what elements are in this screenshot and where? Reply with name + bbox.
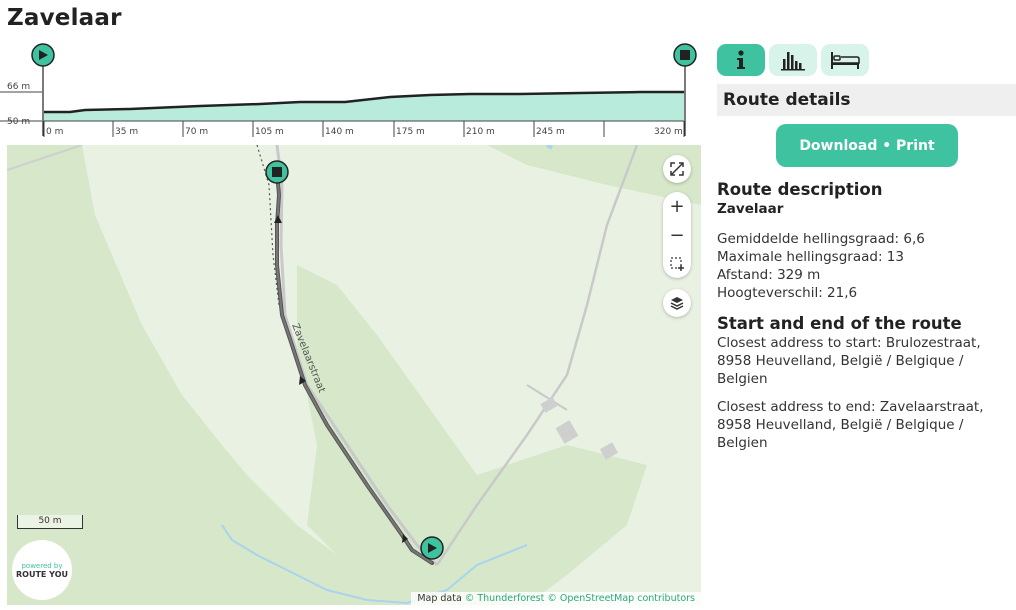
elev-end-stop-icon[interactable] bbox=[673, 43, 697, 67]
tab-lodging[interactable] bbox=[821, 44, 869, 76]
route-name: Zavelaar bbox=[717, 201, 784, 217]
elev-tick-175: 175 m bbox=[396, 127, 425, 137]
elev-tick-320: 320 m bbox=[654, 127, 683, 137]
tab-info[interactable] bbox=[717, 44, 765, 76]
layers-icon[interactable] bbox=[663, 289, 691, 317]
elev-label-66: 66 m bbox=[7, 82, 30, 92]
stat-elevation-diff: Hoogteverschil: 21,6 bbox=[717, 285, 858, 301]
route-map[interactable]: Zavelaarstraat + − 50 m powered by ROUTE… bbox=[7, 145, 701, 605]
page-title: Zavelaar bbox=[7, 5, 122, 31]
route-details: Route description Zavelaar Gemiddelde he… bbox=[717, 180, 1016, 452]
attrib-prefix: Map data bbox=[417, 593, 462, 604]
zoom-control: + − bbox=[663, 192, 691, 278]
end-address: Closest address to end: Zavelaarstraat, … bbox=[717, 399, 984, 451]
bed-icon bbox=[831, 52, 860, 69]
stat-max-gradient: Maximale hellingsgraad: 13 bbox=[717, 249, 904, 265]
route-description-heading: Route description bbox=[717, 180, 883, 199]
info-icon bbox=[737, 50, 745, 69]
zoom-out-icon[interactable]: − bbox=[663, 221, 691, 249]
elev-area bbox=[44, 92, 684, 121]
elev-label-50: 50 m bbox=[7, 117, 30, 127]
elev-tick-140: 140 m bbox=[325, 127, 354, 137]
elev-start-play-icon[interactable] bbox=[31, 43, 55, 67]
map-start-play-icon[interactable] bbox=[420, 536, 444, 560]
thunderforest-link[interactable]: © Thunderforest bbox=[465, 593, 545, 604]
elevation-profile[interactable]: 66 m 50 m 0 m 35 m 70 m 105 m 140 m 175 … bbox=[0, 40, 700, 140]
elev-tick-210: 210 m bbox=[466, 127, 495, 137]
bar-chart-icon bbox=[781, 52, 805, 71]
elev-tick-70: 70 m bbox=[185, 127, 208, 137]
osm-link[interactable]: © OpenStreetMap contributors bbox=[547, 593, 695, 604]
detail-tabs bbox=[717, 44, 869, 76]
map-attribution: Map data © Thunderforest © OpenStreetMap… bbox=[411, 592, 701, 605]
download-print-button[interactable]: Download • Print bbox=[776, 124, 958, 167]
map-end-stop-icon[interactable] bbox=[265, 160, 289, 184]
building-2 bbox=[555, 420, 579, 444]
elev-tick-245: 245 m bbox=[536, 127, 565, 137]
stat-avg-gradient: Gemiddelde hellingsgraad: 6,6 bbox=[717, 231, 925, 247]
fullscreen-icon[interactable] bbox=[663, 155, 691, 183]
elev-tick-105: 105 m bbox=[255, 127, 284, 137]
brand-text: ROUTE YOU bbox=[16, 569, 68, 579]
box-select-icon[interactable] bbox=[663, 250, 691, 278]
start-end-heading: Start and end of the route bbox=[717, 314, 962, 333]
section-title: Route details bbox=[717, 84, 1016, 116]
powered-by-text: powered by bbox=[21, 561, 63, 570]
elev-tick-0: 0 m bbox=[46, 127, 63, 137]
map-scale: 50 m bbox=[17, 515, 83, 529]
elev-tick-35: 35 m bbox=[115, 127, 138, 137]
zoom-in-icon[interactable]: + bbox=[663, 192, 691, 220]
routeyou-logo[interactable]: powered by ROUTE YOU bbox=[12, 540, 72, 600]
tab-stats[interactable] bbox=[769, 44, 817, 76]
start-address: Closest address to start: Brulozestraat,… bbox=[717, 335, 981, 387]
stat-distance: Afstand: 329 m bbox=[717, 267, 821, 283]
